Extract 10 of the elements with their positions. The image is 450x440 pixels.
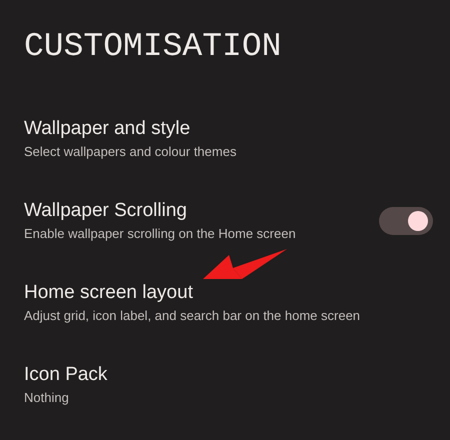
setting-title[interactable]: Icon Pack [24, 363, 108, 387]
page-title: CUSTOMISATION [24, 30, 282, 64]
setting-description: Enable wallpaper scrolling on the Home screen [24, 225, 296, 243]
setting-description: Adjust grid, icon label, and search bar on the home screen [24, 307, 360, 325]
toggle-switch[interactable] [379, 207, 433, 235]
setting-title[interactable]: Home screen layout [24, 281, 360, 305]
setting-description: Select wallpapers and colour themes [24, 143, 236, 161]
setting-description: Nothing [24, 389, 70, 407]
setting-title[interactable]: Wallpaper and style [24, 117, 236, 141]
setting-title[interactable]: Wallpaper Scrolling [24, 199, 296, 223]
